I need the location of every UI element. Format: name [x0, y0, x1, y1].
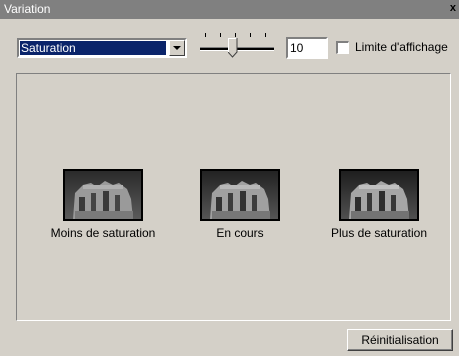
chevron-down-icon: [173, 46, 181, 50]
preview-less-saturation[interactable]: [63, 169, 143, 221]
slider-tick: [205, 33, 206, 37]
preview-caption: En cours: [216, 226, 264, 240]
slider-tick: [250, 33, 251, 37]
limit-display-checkbox[interactable]: [336, 41, 349, 54]
variation-mode-select[interactable]: Saturation: [17, 38, 187, 58]
preview-caption: Plus de saturation: [330, 226, 428, 240]
amount-slider[interactable]: [196, 32, 278, 62]
ruins-photo-icon: [202, 171, 278, 219]
dropdown-button[interactable]: [169, 40, 185, 56]
amount-input[interactable]: 10: [286, 37, 328, 59]
window-title: Variation: [4, 2, 51, 16]
slider-thumb[interactable]: [228, 38, 238, 58]
preview-caption: Moins de saturation: [50, 226, 156, 240]
select-value: Saturation: [20, 41, 166, 55]
ruins-photo-icon: [341, 171, 417, 219]
limit-display-label[interactable]: Limite d'affichage: [355, 40, 448, 54]
preview-more-saturation[interactable]: [339, 169, 419, 221]
slider-tick: [220, 33, 221, 37]
close-icon[interactable]: x: [450, 2, 456, 14]
ruins-photo-icon: [65, 171, 141, 219]
slider-tick: [265, 33, 266, 37]
slider-tick: [235, 33, 236, 37]
reset-button[interactable]: Réinitialisation: [347, 329, 453, 351]
preview-current[interactable]: [200, 169, 280, 221]
title-bar: Variation x: [0, 0, 459, 19]
